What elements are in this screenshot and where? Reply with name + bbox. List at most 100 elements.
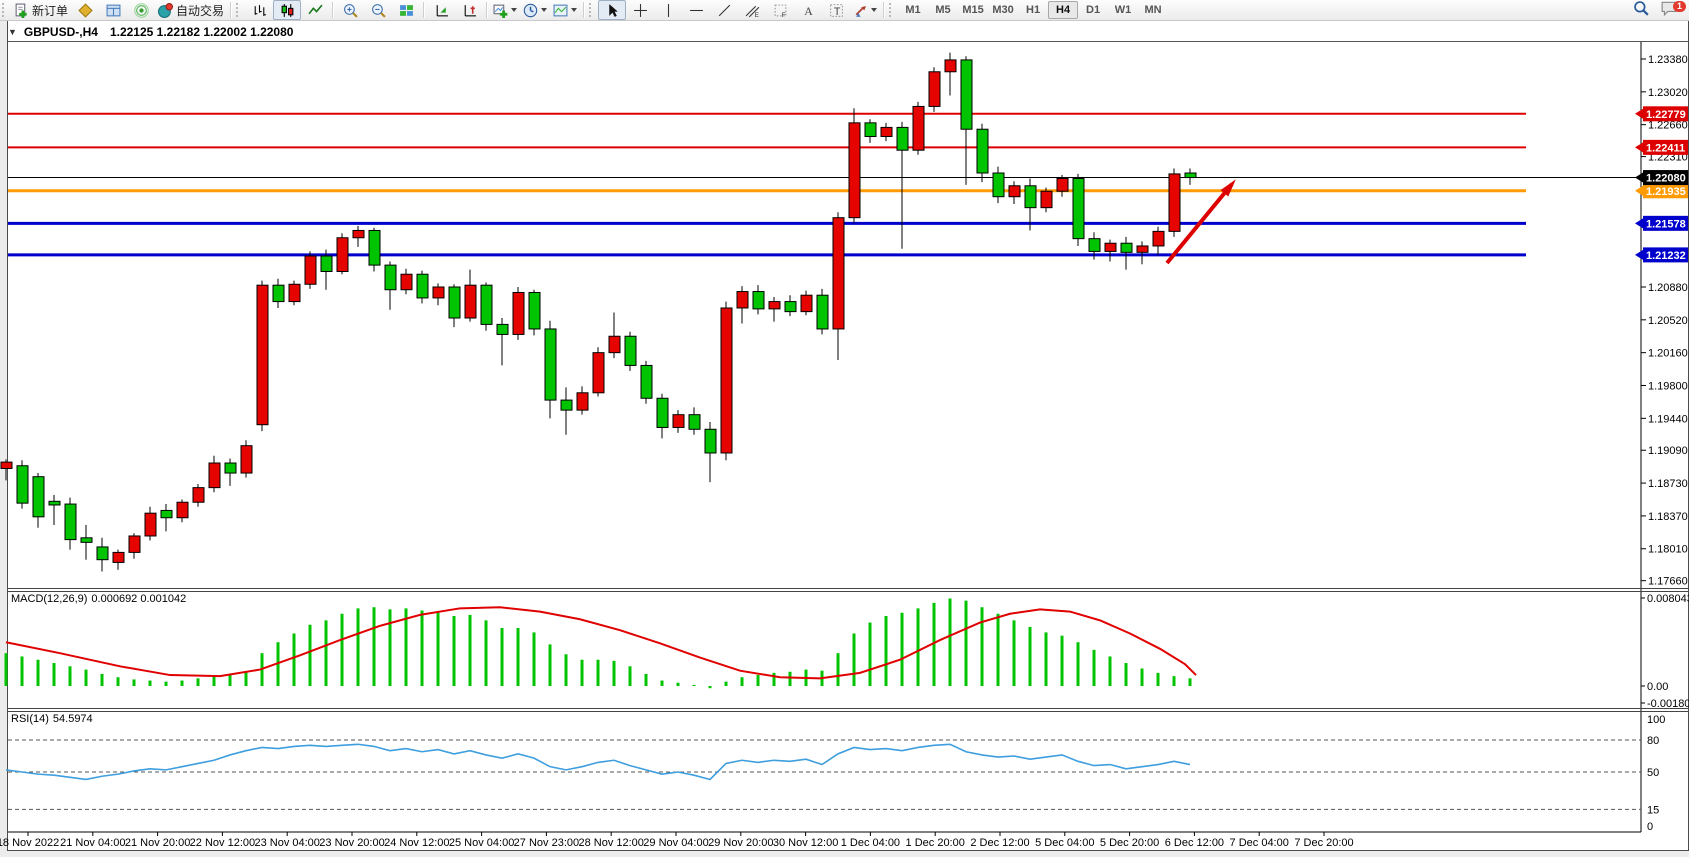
time-label: 23 Nov 04:00 [254, 837, 319, 849]
price-tag-label: 1.22411 [1646, 142, 1685, 154]
chart-title-bar: ▼ GBPUSD-,H4 1.22125 1.22182 1.22002 1.2… [8, 22, 293, 41]
macd-axis-label: 0.00 [1647, 681, 1668, 693]
time-label: 21 Nov 04:00 [60, 837, 125, 849]
auto-trading-button[interactable]: 自动交易 [155, 0, 227, 20]
candle-body [1185, 173, 1196, 178]
timeframe-w1-button[interactable]: W1 [1108, 1, 1138, 19]
timeframe-m30-button[interactable]: M30 [988, 1, 1018, 19]
candlestick-chart-button[interactable] [273, 0, 301, 20]
price-tick-label: 1.22660 [1648, 120, 1688, 132]
svg-text:E: E [754, 11, 758, 17]
auto-scroll-button[interactable] [427, 0, 455, 20]
vline-tool-button[interactable] [654, 0, 682, 20]
crosshair-button[interactable] [626, 0, 654, 20]
price-tick-label: 1.18370 [1648, 511, 1688, 523]
trendline-tool-button[interactable] [710, 0, 738, 20]
time-label: 1 Dec 20:00 [906, 837, 965, 849]
search-button[interactable] [1627, 0, 1655, 20]
price-tag-arrow [1635, 173, 1643, 183]
candle-body [305, 256, 316, 284]
candle-body [753, 292, 764, 309]
candle-body [961, 60, 972, 129]
timeframe-m1-button[interactable]: M1 [898, 1, 928, 19]
candle-body [977, 129, 988, 173]
indicators-button[interactable] [490, 0, 520, 20]
tile-windows-button[interactable] [392, 0, 420, 20]
market-watch-button[interactable] [71, 0, 99, 20]
candle-body [897, 127, 908, 150]
candle-body [1105, 243, 1116, 251]
timeframe-mn-button[interactable]: MN [1138, 1, 1168, 19]
candle-body [785, 302, 796, 312]
candle-body [801, 295, 812, 311]
label-tool-button[interactable]: T [822, 0, 850, 20]
candle-body [577, 393, 588, 410]
zoom-out-button[interactable] [364, 0, 392, 20]
chevron-down-icon [571, 8, 577, 12]
chart-candles-icon [280, 3, 295, 18]
timeframe-d1-button[interactable]: D1 [1078, 1, 1108, 19]
candle-body [209, 463, 220, 488]
notifications-button[interactable]: 1 [1655, 0, 1683, 20]
chevron-down-icon [511, 8, 517, 12]
cursor-button[interactable] [598, 0, 626, 20]
signal-button[interactable] [127, 0, 155, 20]
candle-body [321, 256, 332, 272]
chart-plot[interactable]: 1.233801.230201.226601.223101.208801.205… [0, 0, 1689, 857]
timeframe-m15-button[interactable]: M15 [958, 1, 988, 19]
candle-body [705, 429, 716, 453]
shapes-dropdown-button[interactable] [850, 0, 880, 20]
rsi-axis-label: 50 [1647, 767, 1659, 779]
bar-chart-button[interactable] [245, 0, 273, 20]
candle-body [257, 285, 268, 425]
rsi-line [6, 744, 1190, 779]
candle-body [161, 510, 172, 517]
toolbar-separator [583, 2, 584, 18]
zoom-in-button[interactable] [336, 0, 364, 20]
price-tick-label: 1.18010 [1648, 544, 1688, 556]
toolbar-separator [230, 2, 231, 18]
candle-body [561, 400, 572, 410]
fibonacci-tool-button[interactable]: F [766, 0, 794, 20]
signal-icon [134, 3, 149, 18]
candle-body [673, 415, 684, 428]
timeframe-h1-button[interactable]: H1 [1018, 1, 1048, 19]
svg-text:A: A [804, 4, 813, 17]
price-tag-label: 1.22779 [1646, 109, 1686, 121]
time-label: 27 Nov 23:00 [514, 837, 579, 849]
indicator-shift-icon [462, 3, 477, 18]
chart-shift-button[interactable] [455, 0, 483, 20]
toolbar-right: 1 [1627, 0, 1683, 20]
notification-badge: 1 [1673, 1, 1686, 12]
toolbar-grip [589, 3, 596, 17]
trendline-icon [717, 3, 732, 18]
templates-button[interactable] [550, 0, 580, 20]
zoom-out-icon [371, 3, 386, 18]
indicator-arrow-icon [434, 3, 449, 18]
text-tool-button[interactable]: A [794, 0, 822, 20]
new-order-button[interactable]: 新订单 [11, 0, 71, 20]
price-tag-arrow [1635, 186, 1643, 196]
timeframe-m5-button[interactable]: M5 [928, 1, 958, 19]
price-tag-label: 1.22080 [1646, 173, 1686, 185]
chevron-down-icon [541, 8, 547, 12]
periods-button[interactable] [520, 0, 550, 20]
time-label: 7 Dec 20:00 [1294, 837, 1353, 849]
candle-body [657, 398, 668, 427]
timeframe-h4-button[interactable]: H4 [1048, 1, 1078, 19]
candle-body [33, 477, 44, 517]
channel-tool-button[interactable]: E [738, 0, 766, 20]
collapse-arrow-icon[interactable]: ▼ [8, 27, 17, 37]
zoom-in-icon [343, 3, 358, 18]
auto-trading-button-label: 自动交易 [176, 2, 224, 19]
toolbar-separator [486, 2, 487, 18]
data-window-button[interactable] [99, 0, 127, 20]
price-tag-arrow [1635, 250, 1643, 260]
candle-body [545, 329, 556, 400]
candle-body [689, 415, 700, 430]
macd-axis-label: -0.001807 [1647, 698, 1689, 710]
candle-body [369, 230, 380, 265]
toolbar-separator [332, 2, 333, 18]
hline-tool-button[interactable] [682, 0, 710, 20]
line-chart-button[interactable] [301, 0, 329, 20]
